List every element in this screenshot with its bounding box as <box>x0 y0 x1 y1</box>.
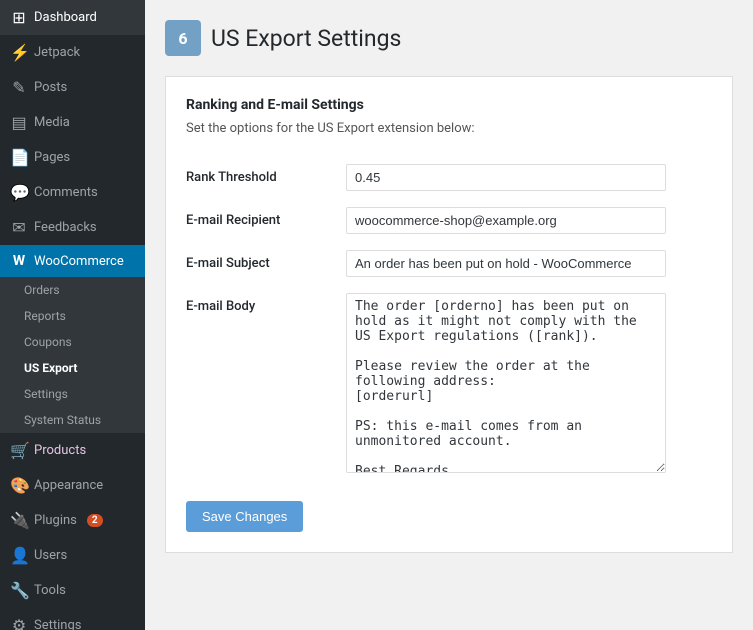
products-icon: 🛒 <box>10 441 28 460</box>
sidebar-item-label: Posts <box>34 80 67 95</box>
appearance-icon: 🎨 <box>10 476 28 495</box>
feedbacks-icon: ✉ <box>10 218 28 237</box>
sidebar-item-label: Products <box>34 443 86 458</box>
sidebar-item-comments[interactable]: 💬 Comments <box>0 175 145 210</box>
sidebar-item-plugins[interactable]: 🔌 Plugins 2 <box>0 503 145 538</box>
sidebar-item-woocommerce[interactable]: W WooCommerce <box>0 245 145 277</box>
sidebar-item-label: System Status <box>24 413 101 427</box>
sidebar-item-tools[interactable]: 🔧 Tools <box>0 573 145 608</box>
sidebar-item-label: US Export <box>24 361 77 375</box>
section-title: Ranking and E-mail Settings <box>186 97 712 113</box>
dashboard-icon: ⊞ <box>10 8 28 27</box>
email-subject-label: E-mail Subject <box>186 256 270 271</box>
email-body-textarea[interactable]: The order [orderno] has been put on hold… <box>346 293 666 473</box>
email-recipient-row: E-mail Recipient <box>186 199 712 242</box>
comments-icon: 💬 <box>10 183 28 202</box>
sidebar-item-settings[interactable]: ⚙ Settings <box>0 608 145 630</box>
media-icon: ▤ <box>10 113 28 132</box>
sidebar-item-label: Tools <box>34 583 66 598</box>
sidebar-item-woo-settings[interactable]: Settings <box>0 381 145 407</box>
sidebar-item-posts[interactable]: ✎ Posts <box>0 70 145 105</box>
sidebar-item-label: Media <box>34 115 70 130</box>
sidebar-item-us-export[interactable]: US Export <box>0 355 145 381</box>
sidebar-item-label: Jetpack <box>34 45 80 60</box>
sidebar-item-orders[interactable]: Orders <box>0 277 145 303</box>
settings-content-box: Ranking and E-mail Settings Set the opti… <box>165 76 733 553</box>
save-changes-button[interactable]: Save Changes <box>186 501 303 532</box>
settings-icon: ⚙ <box>10 616 28 630</box>
sidebar-item-reports[interactable]: Reports <box>0 303 145 329</box>
sidebar-item-users[interactable]: 👤 Users <box>0 538 145 573</box>
sidebar-item-label: Users <box>34 548 67 563</box>
posts-icon: ✎ <box>10 78 28 97</box>
email-recipient-label: E-mail Recipient <box>186 213 280 228</box>
plugins-icon: 🔌 <box>10 511 28 530</box>
email-subject-row: E-mail Subject <box>186 242 712 285</box>
tools-icon: 🔧 <box>10 581 28 600</box>
sidebar-item-label: Dashboard <box>34 10 97 25</box>
sidebar-item-coupons[interactable]: Coupons <box>0 329 145 355</box>
sidebar-item-label: Settings <box>34 618 81 630</box>
page-icon: 6 <box>165 20 201 56</box>
sidebar-item-label: Appearance <box>34 478 103 493</box>
sidebar-item-dashboard[interactable]: ⊞ Dashboard <box>0 0 145 35</box>
woocommerce-submenu: Orders Reports Coupons US Export Setting… <box>0 277 145 433</box>
jetpack-icon: ⚡ <box>10 43 28 62</box>
email-subject-input[interactable] <box>346 250 666 277</box>
sidebar-item-label: Settings <box>24 387 68 401</box>
sidebar-item-label: Reports <box>24 309 66 323</box>
sidebar-item-label: WooCommerce <box>34 254 124 269</box>
main-content: 6 US Export Settings Ranking and E-mail … <box>145 0 753 630</box>
sidebar-item-label: Feedbacks <box>34 220 97 235</box>
sidebar-item-feedbacks[interactable]: ✉ Feedbacks <box>0 210 145 245</box>
sidebar-item-label: Plugins <box>34 513 77 528</box>
sidebar: ⊞ Dashboard ⚡ Jetpack ✎ Posts ▤ Media 📄 … <box>0 0 145 630</box>
sidebar-item-products[interactable]: 🛒 Products <box>0 433 145 468</box>
email-body-label: E-mail Body <box>186 299 255 314</box>
page-title: US Export Settings <box>211 25 401 52</box>
woocommerce-expand-arrow <box>137 253 145 269</box>
woocommerce-icon: W <box>10 253 28 269</box>
sidebar-item-pages[interactable]: 📄 Pages <box>0 140 145 175</box>
sidebar-item-label: Comments <box>34 185 98 200</box>
rank-threshold-row: Rank Threshold <box>186 156 712 199</box>
email-recipient-input[interactable] <box>346 207 666 234</box>
page-header: 6 US Export Settings <box>165 20 733 56</box>
sidebar-item-label: Pages <box>34 150 70 165</box>
sidebar-item-system-status[interactable]: System Status <box>0 407 145 433</box>
sidebar-item-appearance[interactable]: 🎨 Appearance <box>0 468 145 503</box>
rank-threshold-input[interactable] <box>346 164 666 191</box>
users-icon: 👤 <box>10 546 28 565</box>
plugins-badge: 2 <box>87 514 103 527</box>
sidebar-item-label: Orders <box>24 283 60 297</box>
section-description: Set the options for the US Export extens… <box>186 121 712 136</box>
settings-form-table: Rank Threshold E-mail Recipient E-mail S… <box>186 156 712 485</box>
pages-icon: 📄 <box>10 148 28 167</box>
email-body-row: E-mail Body The order [orderno] has been… <box>186 285 712 485</box>
sidebar-item-jetpack[interactable]: ⚡ Jetpack <box>0 35 145 70</box>
sidebar-item-media[interactable]: ▤ Media <box>0 105 145 140</box>
rank-threshold-label: Rank Threshold <box>186 170 277 185</box>
sidebar-item-label: Coupons <box>24 335 72 349</box>
